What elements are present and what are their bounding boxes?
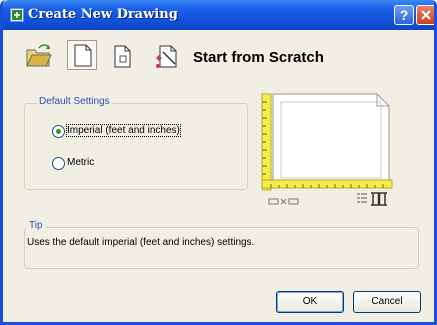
default-settings-group (24, 103, 248, 190)
tip-text: Uses the default imperial (feet and inch… (27, 237, 255, 248)
imperial-option-label[interactable]: Imperial (feet and inches) (66, 124, 181, 137)
imperial-radio[interactable] (52, 125, 65, 138)
units-indicator-icon (357, 192, 387, 206)
default-settings-label: Default Settings (37, 96, 112, 107)
vertical-ruler (261, 93, 272, 191)
create-new-drawing-dialog: Create New Drawing ? Start from Scratch … (0, 0, 437, 325)
tip-group (24, 227, 419, 269)
horizontal-ruler (261, 179, 393, 189)
drawing-preview (261, 92, 411, 217)
metric-option-label[interactable]: Metric (67, 157, 94, 168)
blank-page-icon (74, 44, 92, 67)
cancel-button[interactable]: Cancel (353, 291, 421, 313)
use-template-button[interactable] (109, 40, 137, 70)
use-wizard-button[interactable] (151, 40, 183, 70)
open-drawing-button[interactable] (25, 40, 53, 70)
tip-label: Tip (27, 220, 45, 231)
ok-button[interactable]: OK (276, 291, 344, 313)
app-icon (10, 8, 24, 22)
template-page-icon (114, 45, 131, 68)
page-title: Start from Scratch (193, 49, 324, 66)
close-button[interactable] (416, 5, 434, 25)
metric-radio[interactable] (52, 157, 65, 170)
open-folder-icon (26, 44, 52, 67)
start-from-scratch-button[interactable] (67, 40, 97, 70)
title-bar[interactable]: Create New Drawing ? (3, 0, 434, 30)
sheet-preview (272, 93, 390, 189)
help-button[interactable]: ? (394, 5, 414, 25)
dialog-body: Start from Scratch Default Settings Impe… (3, 30, 434, 322)
window-title: Create New Drawing (28, 7, 178, 22)
close-icon (421, 10, 431, 20)
wizard-icon (156, 45, 177, 68)
size-indicator-icon (268, 198, 299, 205)
radio-selected-dot (56, 129, 61, 134)
